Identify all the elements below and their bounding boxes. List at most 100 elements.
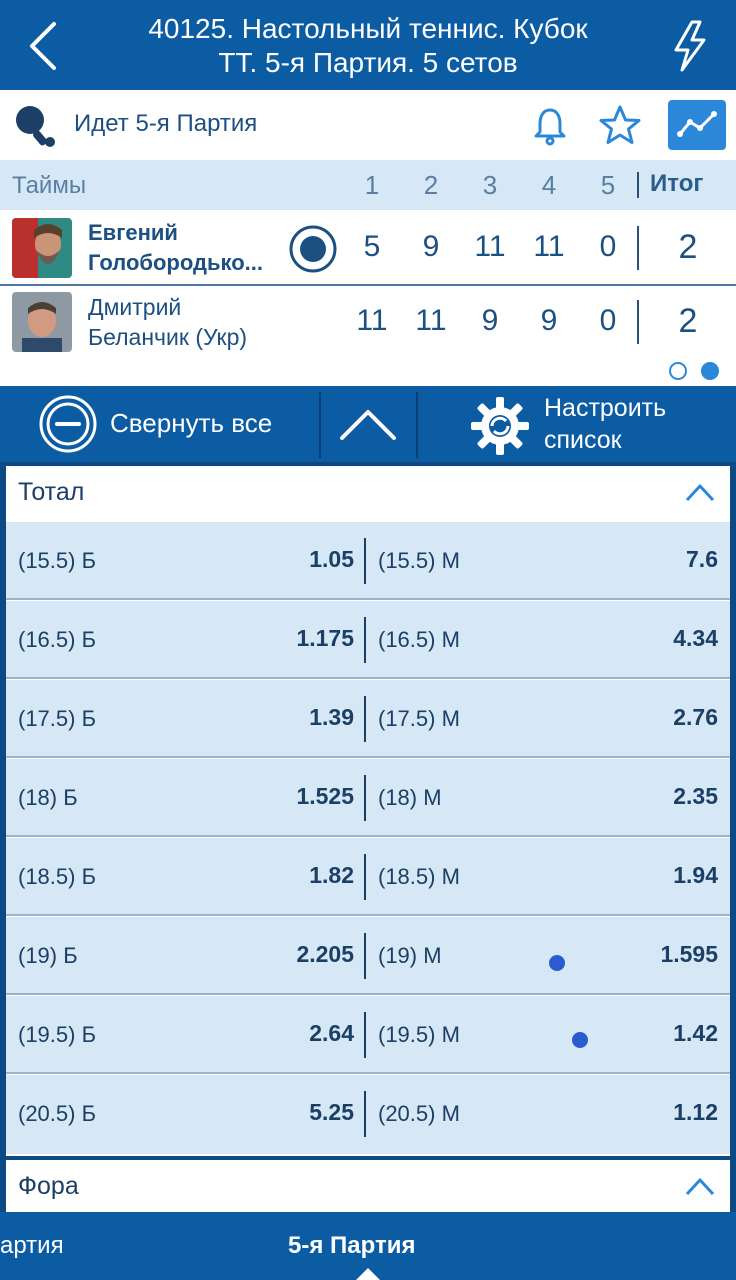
table-tennis-icon xyxy=(16,106,55,147)
over-odd[interactable]: 5.25 xyxy=(309,1099,354,1126)
scoreboard: Таймы 1 2 3 4 5 Итог Евгений Голобородьк… xyxy=(0,160,736,386)
odds-row: (17.5) Б 1.39 (17.5) М 2.76 xyxy=(6,680,730,758)
under-odd[interactable]: 1.94 xyxy=(673,862,718,889)
set-score: 9 xyxy=(540,304,558,337)
set-number: 1 xyxy=(364,170,380,200)
odds-row: (19.5) Б 2.64 (19.5) М 1.42 xyxy=(6,996,730,1074)
odds-row: (18.5) Б 1.82 (18.5) М 1.94 xyxy=(6,838,730,916)
configure-list-label: Настроить список xyxy=(544,394,667,454)
row-divider xyxy=(6,914,730,916)
scroll-up-chevron-icon[interactable] xyxy=(336,392,400,452)
under-label[interactable]: (16.5) М xyxy=(378,627,460,653)
set-number: 2 xyxy=(423,170,439,200)
market-title: Фора xyxy=(18,1172,79,1200)
row-divider xyxy=(6,1072,730,1074)
set-score: 5 xyxy=(363,230,381,263)
over-odd[interactable]: 1.39 xyxy=(309,704,354,731)
chevron-up-icon[interactable] xyxy=(684,1174,716,1198)
line-chart-icon xyxy=(677,111,717,137)
column-divider xyxy=(637,172,639,198)
match-total: 2 xyxy=(678,302,698,340)
over-label[interactable]: (19) Б xyxy=(18,943,78,969)
set-score: 9 xyxy=(481,304,499,337)
over-label[interactable]: (18.5) Б xyxy=(18,864,96,890)
over-odd[interactable]: 2.64 xyxy=(309,1020,354,1047)
under-odd[interactable]: 7.6 xyxy=(686,546,718,573)
row-divider xyxy=(6,756,730,758)
app-header: 40125. Настольный теннис. Кубок ТТ. 5-я … xyxy=(0,0,736,90)
row-divider xyxy=(6,677,730,679)
tab-active[interactable]: 5-я Партия xyxy=(288,1232,415,1260)
collapse-all-button[interactable]: Свернуть все xyxy=(38,394,288,454)
under-odd[interactable]: 2.76 xyxy=(673,704,718,731)
under-label[interactable]: (18) М xyxy=(378,785,442,811)
stats-graph-button[interactable] xyxy=(668,100,726,150)
over-label[interactable]: (19.5) Б xyxy=(18,1022,96,1048)
back-chevron-icon[interactable] xyxy=(18,18,68,74)
player-name: Дмитрий Беланчик (Укр) xyxy=(88,294,248,350)
set-score: 11 xyxy=(474,230,506,263)
set-score: 9 xyxy=(422,230,440,263)
collapse-all-label: Свернуть все xyxy=(110,408,273,438)
favorite-star-icon[interactable] xyxy=(598,104,642,146)
over-label[interactable]: (15.5) Б xyxy=(18,548,96,574)
set-score: 0 xyxy=(599,230,617,263)
total-market-panel: Тотал (15.5) Б 1.05 (15.5) М 7.6 (16.5) … xyxy=(6,466,730,1156)
page-indicator[interactable] xyxy=(664,360,724,382)
configure-list-button[interactable]: Настроить список xyxy=(470,392,710,456)
collapse-circle-icon xyxy=(39,395,97,453)
set-score: 11 xyxy=(415,304,447,337)
under-odd[interactable]: 1.12 xyxy=(673,1099,718,1126)
active-tab-caret-icon xyxy=(356,1268,380,1280)
lightning-icon[interactable] xyxy=(668,18,712,74)
event-status-label: Идет 5-я Партия xyxy=(74,110,258,137)
chevron-up-icon[interactable] xyxy=(684,480,716,504)
sets-label: Таймы xyxy=(12,172,87,199)
under-odd[interactable]: 1.595 xyxy=(660,941,718,968)
set-number: 5 xyxy=(600,170,616,200)
over-odd[interactable]: 1.175 xyxy=(296,625,354,652)
set-score: 11 xyxy=(356,304,388,337)
row-divider xyxy=(6,993,730,995)
page-title: 40125. Настольный теннис. Кубок ТТ. 5-я … xyxy=(148,13,588,78)
column-divider xyxy=(637,226,639,270)
player-name: Евгений Голобородько... xyxy=(88,220,263,275)
over-odd[interactable]: 1.05 xyxy=(309,546,354,573)
under-odd[interactable]: 4.34 xyxy=(673,625,718,652)
under-label[interactable]: (20.5) М xyxy=(378,1101,460,1127)
odds-change-dot xyxy=(549,955,565,971)
market-header[interactable]: Фора xyxy=(6,1160,730,1216)
odds-divider xyxy=(364,854,366,900)
tab-previous[interactable]: артия xyxy=(0,1232,64,1260)
under-label[interactable]: (15.5) М xyxy=(378,548,460,574)
match-total: 2 xyxy=(678,228,698,266)
odds-row: (20.5) Б 5.25 (20.5) М 1.12 xyxy=(6,1075,730,1154)
serve-indicator-icon xyxy=(289,225,337,273)
under-odd[interactable]: 2.35 xyxy=(673,783,718,810)
toolbar-divider xyxy=(416,392,418,458)
row-divider xyxy=(6,598,730,600)
over-odd[interactable]: 2.205 xyxy=(296,941,354,968)
settings-gear-icon xyxy=(471,397,529,455)
over-odd[interactable]: 1.525 xyxy=(296,783,354,810)
odds-divider xyxy=(364,538,366,584)
odds-divider xyxy=(364,1012,366,1058)
under-label[interactable]: (17.5) М xyxy=(378,706,460,732)
under-odd[interactable]: 1.42 xyxy=(673,1020,718,1047)
set-score: 0 xyxy=(599,304,617,337)
under-label[interactable]: (19) М xyxy=(378,943,442,969)
over-label[interactable]: (17.5) Б xyxy=(18,706,96,732)
odds-divider xyxy=(364,617,366,663)
under-label[interactable]: (18.5) М xyxy=(378,864,460,890)
over-label[interactable]: (20.5) Б xyxy=(18,1101,96,1127)
market-header[interactable]: Тотал xyxy=(6,466,730,522)
odds-divider xyxy=(364,775,366,821)
under-label[interactable]: (19.5) М xyxy=(378,1022,460,1048)
over-label[interactable]: (16.5) Б xyxy=(18,627,96,653)
row-divider xyxy=(6,835,730,837)
toolbar-divider xyxy=(319,392,321,458)
over-odd[interactable]: 1.82 xyxy=(309,862,354,889)
over-label[interactable]: (18) Б xyxy=(18,785,78,811)
bell-icon[interactable] xyxy=(530,106,570,146)
odds-row: (16.5) Б 1.175 (16.5) М 4.34 xyxy=(6,601,730,679)
